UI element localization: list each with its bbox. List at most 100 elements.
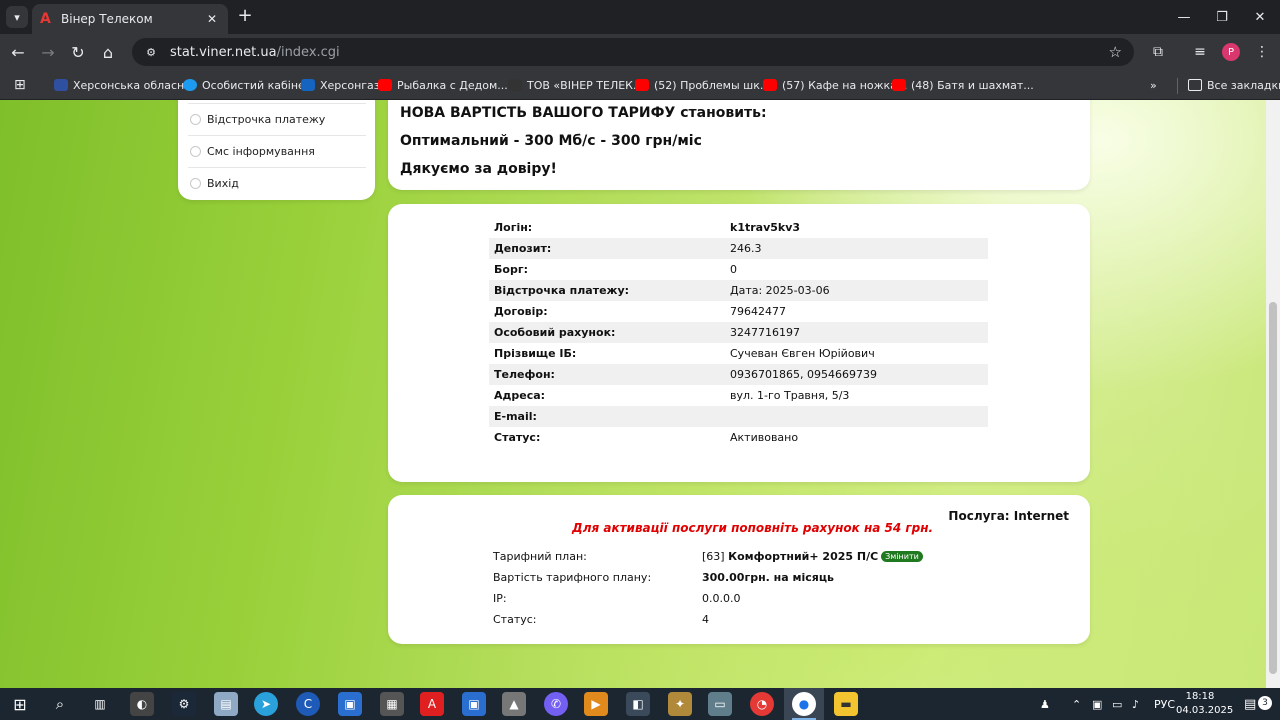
app-window-icon[interactable]: ▣ <box>462 692 486 716</box>
forward-button[interactable]: → <box>36 40 60 64</box>
address-bar[interactable]: ⚙ stat.viner.net.ua/index.cgi ☆ <box>132 38 1134 66</box>
radio-icon <box>190 146 201 157</box>
apps-grid-icon[interactable]: ⊞ <box>14 77 30 93</box>
app-icon[interactable]: ◧ <box>626 692 650 716</box>
ip-row: IP: 0.0.0.0 <box>493 590 1053 608</box>
extensions-icon[interactable]: ⧉ <box>1146 40 1170 64</box>
file-explorer-icon[interactable]: ▬ <box>834 692 858 716</box>
plan-id: [63] <box>702 550 725 563</box>
viner-logo-icon: A <box>40 11 51 27</box>
account-info-card: Логін: k1trav5kv3 Депозит: 246.3 Борг: 0 Відст… <box>388 204 1090 482</box>
sidebar-item-logout[interactable]: Вихід <box>188 167 366 199</box>
info-value: Дата: 2025-03-06 <box>725 280 988 301</box>
price-label: Вартість тарифного плану: <box>493 571 652 584</box>
table-row: E-mail: <box>489 406 988 427</box>
tab-viner[interactable]: A Вінер Телеком ✕ <box>32 4 228 34</box>
acrobat-icon[interactable]: A <box>420 692 444 716</box>
profile-avatar[interactable]: P <box>1222 43 1240 61</box>
back-button[interactable]: ← <box>6 40 30 64</box>
home-button[interactable]: ⌂ <box>96 40 120 64</box>
bookmark-item[interactable]: Особистий кабінет <box>183 76 311 94</box>
page-viewport: Відстрочка платежу Смс інформування Вихі… <box>0 100 1266 688</box>
page-scrollbar[interactable] <box>1266 100 1280 688</box>
bookmark-item[interactable]: (48) Батя и шахмат... <box>892 76 1034 94</box>
close-window-button[interactable]: ✕ <box>1240 0 1280 34</box>
menu-dots-icon[interactable]: ⋮ <box>1250 40 1274 64</box>
display-icon[interactable]: ▭ <box>1112 688 1122 720</box>
telegram-icon[interactable]: ➤ <box>254 692 278 716</box>
bookmarks-divider <box>1177 78 1178 94</box>
info-label: Відстрочка платежу: <box>489 280 725 301</box>
window-app-icon[interactable]: ▣ <box>338 692 362 716</box>
bookmark-item[interactable]: ТОВ «ВІНЕР ТЕЛЕК... <box>508 76 643 94</box>
bookmark-item[interactable]: Херсонгаз <box>301 76 380 94</box>
media-app-icon[interactable]: ▦ <box>380 692 404 716</box>
network-icon[interactable]: ▣ <box>1092 688 1102 720</box>
new-tab-button[interactable]: + <box>234 6 256 28</box>
steam-icon[interactable]: ⚙ <box>172 692 196 716</box>
info-value: 0936701865, 0954669739 <box>725 364 988 385</box>
tariff-notice: НОВА ВАРТІСТЬ ВАШОГО ТАРИФУ становить: О… <box>388 100 1090 190</box>
status-value: 4 <box>702 613 709 626</box>
youtube-icon <box>763 79 777 91</box>
info-label: Статус: <box>494 431 541 444</box>
sidebar-item-payment-deferral[interactable]: Відстрочка платежу <box>188 103 366 135</box>
all-bookmarks-button[interactable]: Все закладки <box>1188 76 1280 94</box>
sidebar-item-sms[interactable]: Смс інформування <box>188 135 366 167</box>
tab-search-button[interactable]: ▾ <box>6 6 28 28</box>
ccleaner-icon[interactable]: C <box>296 692 320 716</box>
more-bookmarks-icon[interactable]: » <box>1150 76 1157 94</box>
app-icon[interactable]: ◐ <box>130 692 154 716</box>
minimize-button[interactable]: — <box>1164 0 1204 34</box>
task-view-icon[interactable]: ▥ <box>88 692 112 716</box>
people-icon[interactable]: ♟ <box>1040 688 1050 720</box>
info-label: E-mail: <box>489 406 725 427</box>
clock-time: 18:18 <box>1185 691 1215 702</box>
notice-thanks: Дякуємо за довіру! <box>400 161 557 177</box>
language-indicator[interactable]: РУС <box>1154 688 1175 720</box>
bookmark-favicon-icon <box>183 79 197 91</box>
game-icon[interactable]: ✦ <box>668 692 692 716</box>
viber-icon[interactable]: ✆ <box>544 692 568 716</box>
radio-icon <box>190 178 201 189</box>
reload-button[interactable]: ↻ <box>66 40 90 64</box>
search-icon[interactable]: ⌕ <box>48 692 72 716</box>
bookmark-item[interactable]: (52) Проблемы шк... <box>635 76 770 94</box>
bookmark-star-icon[interactable]: ☆ <box>1109 43 1122 61</box>
tab-close-icon[interactable]: ✕ <box>204 12 220 26</box>
bookmark-favicon-icon <box>301 79 315 91</box>
bookmark-item[interactable]: (57) Кафе на ножка... <box>763 76 907 94</box>
table-row: Договір: 79642477 <box>489 301 988 322</box>
price-value: 300.00грн. на місяць <box>702 571 834 584</box>
service-name: Послуга: Internet <box>948 509 1069 523</box>
bookmark-item[interactable]: Херсонська обласн... <box>54 76 195 94</box>
status-label: Статус: <box>493 613 537 626</box>
game-icon[interactable]: ▲ <box>502 692 526 716</box>
table-row: Борг: 0 <box>489 259 988 280</box>
chrome-icon[interactable]: ● <box>792 692 816 716</box>
bookmark-item[interactable]: Рыбалка с Дедом... <box>378 76 508 94</box>
url-host: stat.viner.net.ua <box>170 44 277 60</box>
bookmarks-bar: ⊞ Херсонська обласн... Особистий кабінет… <box>0 70 1280 100</box>
volume-icon[interactable]: ♪ <box>1132 688 1139 720</box>
plan-row: Тарифний план: [63] Комфортний+ 2025 П/С… <box>493 548 1053 566</box>
change-plan-button[interactable]: Змінити <box>881 551 923 562</box>
computer-icon[interactable]: ▭ <box>708 692 732 716</box>
notepad-icon[interactable]: ▤ <box>214 692 238 716</box>
info-value: k1trav5kv3 <box>730 221 801 234</box>
tray-chevron-icon[interactable]: ⌃ <box>1072 688 1081 720</box>
app-icon[interactable]: ◔ <box>750 692 774 716</box>
maximize-button[interactable]: ❐ <box>1202 0 1242 34</box>
price-row: Вартість тарифного плану: 300.00грн. на … <box>493 569 1053 587</box>
info-value: Сучеван Євген Юрійович <box>730 347 875 360</box>
status-row: Статус: 4 <box>493 611 1053 629</box>
player-icon[interactable]: ▶ <box>584 692 608 716</box>
site-info-icon[interactable]: ⚙ <box>142 43 160 61</box>
notifications-icon[interactable]: ▤ <box>1244 688 1256 720</box>
scrollbar-thumb[interactable] <box>1269 302 1277 674</box>
info-label: Адреса: <box>494 389 546 402</box>
browser-toolbar: ← → ↻ ⌂ ⚙ stat.viner.net.ua/index.cgi ☆ … <box>0 34 1280 70</box>
clock[interactable]: 18:18 04.03.2025 <box>1176 690 1233 718</box>
windows-start-icon[interactable]: ⊞ <box>8 692 32 716</box>
media-control-icon[interactable]: ≡ <box>1188 40 1212 64</box>
